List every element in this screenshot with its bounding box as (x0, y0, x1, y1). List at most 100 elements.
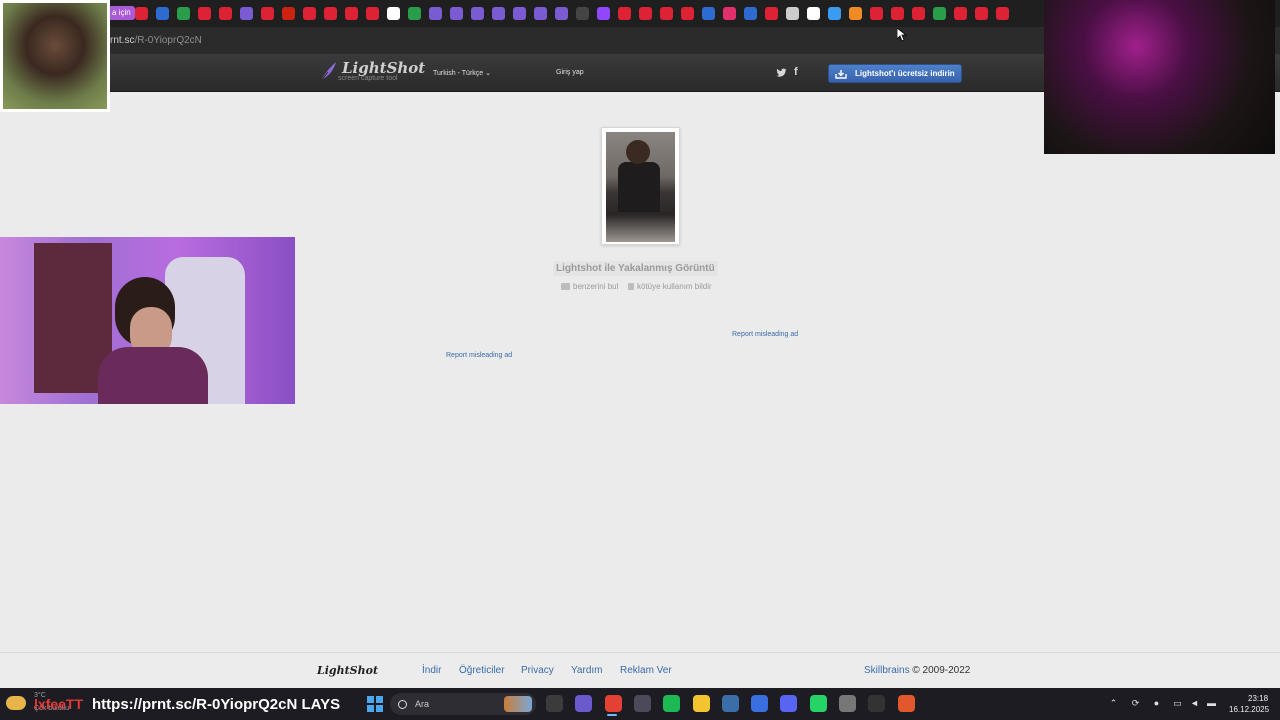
volume-icon[interactable]: ◄ (1189, 698, 1200, 709)
bookmark-favicon-icon[interactable] (345, 7, 358, 20)
bookmark-favicon-icon[interactable] (219, 7, 232, 20)
taskbar-app-icon[interactable] (897, 695, 915, 712)
taskbar-app-icon[interactable] (839, 695, 856, 712)
report-misleading-ad-link[interactable]: Report misleading ad (446, 352, 512, 359)
login-link[interactable]: Giriş yap (556, 69, 584, 76)
bookmark-favicon-icon[interactable] (954, 7, 967, 20)
taskbar-app-icon[interactable] (575, 695, 593, 712)
bookmark-favicon-icon[interactable] (786, 7, 799, 20)
taskbar-app-icon[interactable] (663, 695, 681, 712)
bookmark-favicon-icon[interactable] (681, 7, 694, 20)
feather-icon (319, 62, 336, 83)
bookmark-favicon-icon[interactable] (870, 7, 883, 20)
windows-start-icon[interactable] (367, 696, 383, 712)
microphone-icon[interactable]: ● (1151, 698, 1162, 709)
bookmark-favicon-icon[interactable] (261, 7, 274, 20)
bookmark-favicon-icon[interactable] (135, 7, 148, 20)
bookmark-favicon-icon[interactable] (996, 7, 1009, 20)
site-logo[interactable]: LightShot screen capture tool (318, 61, 425, 83)
bookmark-favicon-icon[interactable] (828, 7, 841, 20)
taskbar-app-icon[interactable] (780, 695, 798, 712)
report-abuse-link[interactable]: kötüye kullanım bildir (628, 282, 712, 291)
bookmark-favicon-icon[interactable] (849, 7, 862, 20)
brand-name: LightShot (342, 59, 426, 77)
bookmark-favicon-icon[interactable] (366, 7, 379, 20)
bookmark-favicon-icon[interactable] (303, 7, 316, 20)
copyright-text: © 2009-2022 (912, 665, 971, 676)
url-text[interactable]: rnt.sc/R-0YioprQ2cN (110, 35, 202, 46)
taskbar-app-icon[interactable] (809, 695, 827, 712)
bookmark-favicon-icon[interactable] (975, 7, 988, 20)
network-icon[interactable]: ▭ (1172, 698, 1183, 709)
bookmark-favicon-icon[interactable] (240, 7, 253, 20)
bookmark-favicon-icon[interactable] (597, 7, 610, 20)
footer-link-privacy[interactable]: Privacy (521, 665, 554, 676)
footer-link-advertise[interactable]: Reklam Ver (620, 665, 672, 676)
photo-person-head (626, 140, 650, 164)
download-button[interactable]: Lightshot'ı ücretsiz indirin (828, 64, 962, 83)
bookmark-favicon-icon[interactable] (324, 7, 337, 20)
report-abuse-label: kötüye kullanım bildir (637, 282, 712, 291)
bookmark-favicon-icon[interactable] (492, 7, 505, 20)
taskbar-app-icon[interactable] (604, 695, 622, 712)
skillbrains-link[interactable]: Skillbrains (864, 665, 910, 676)
taskbar-search[interactable]: Ara (390, 693, 536, 715)
bookmark-favicon-icon[interactable] (702, 7, 715, 20)
taskbar-app-icon[interactable] (546, 695, 563, 712)
url-host: rnt.sc (110, 35, 135, 46)
clock-date[interactable]: 16.12.2025 (1229, 705, 1269, 714)
bookmark-favicon-icon[interactable] (576, 7, 589, 20)
image-icon (561, 283, 570, 290)
bookmark-favicon-icon[interactable] (660, 7, 673, 20)
battery-icon[interactable]: ▬ (1206, 698, 1217, 709)
bookmark-favicon-icon[interactable] (555, 7, 568, 20)
bookmark-favicon-icon[interactable] (450, 7, 463, 20)
twitter-icon[interactable] (776, 68, 787, 78)
weather-icon[interactable] (6, 696, 26, 710)
bookmark-favicon-icon[interactable] (408, 7, 421, 20)
footer-link-help[interactable]: Yardım (571, 665, 603, 676)
bookmark-favicon-icon[interactable] (387, 7, 400, 20)
webcam-overlay-right (1044, 0, 1275, 154)
taskbar-app-icon[interactable] (868, 695, 886, 712)
clock-time[interactable]: 23:18 (1248, 694, 1268, 703)
bookmark-favicon-icon[interactable] (156, 7, 169, 20)
bookmark-favicon-icon[interactable] (513, 7, 526, 20)
bookmark-folder[interactable]: a için (108, 6, 135, 20)
facebook-icon[interactable]: f (794, 66, 798, 78)
image-caption: Lightshot ile Yakalanmış Görüntü (553, 261, 718, 276)
bookmark-favicon-icon[interactable] (429, 7, 442, 20)
chevron-up-icon[interactable]: ⌃ (1108, 698, 1119, 709)
report-misleading-ad-link[interactable]: Report misleading ad (732, 331, 798, 338)
screenshot-image (606, 132, 675, 242)
bookmark-favicon-icon[interactable] (198, 7, 211, 20)
bookmark-favicon-icon[interactable] (534, 7, 547, 20)
taskbar-app-icon[interactable] (721, 695, 739, 712)
taskbar-app-icon[interactable] (633, 695, 651, 712)
language-select[interactable]: Turkish - Türkçe ⌄ (433, 69, 491, 77)
bookmark-favicon-icon[interactable] (177, 7, 190, 20)
footer-link-download[interactable]: İndir (422, 665, 441, 676)
bookmark-favicon-icon[interactable] (807, 7, 820, 20)
bookmark-favicon-icon[interactable] (933, 7, 946, 20)
bookmark-favicon-icon[interactable] (618, 7, 631, 20)
bookmark-favicon-icon[interactable] (471, 7, 484, 20)
bookmark-favicon-icon[interactable] (282, 7, 295, 20)
streamer-name: lxfeeTT (34, 696, 84, 712)
taskbar-app-icon[interactable] (692, 695, 710, 712)
bookmark-favicon-icon[interactable] (723, 7, 736, 20)
photo-person-body (618, 162, 660, 212)
find-similar-link[interactable]: benzerini bul (561, 282, 618, 291)
bookmark-favicon-icon[interactable] (639, 7, 652, 20)
sync-icon[interactable]: ⟳ (1130, 698, 1141, 709)
bookmark-favicon-icon[interactable] (765, 7, 778, 20)
bookmark-favicon-icon[interactable] (912, 7, 925, 20)
bookmark-favicon-icon[interactable] (891, 7, 904, 20)
active-app-indicator (607, 714, 617, 716)
footer-link-tutorials[interactable]: Öğreticiler (459, 665, 505, 676)
footer-logo[interactable]: LightShot (317, 664, 378, 677)
taskbar-app-icon[interactable] (751, 695, 769, 712)
screenshot-thumbnail[interactable] (601, 127, 680, 245)
webcam-overlay-left (0, 237, 295, 404)
bookmark-favicon-icon[interactable] (744, 7, 757, 20)
